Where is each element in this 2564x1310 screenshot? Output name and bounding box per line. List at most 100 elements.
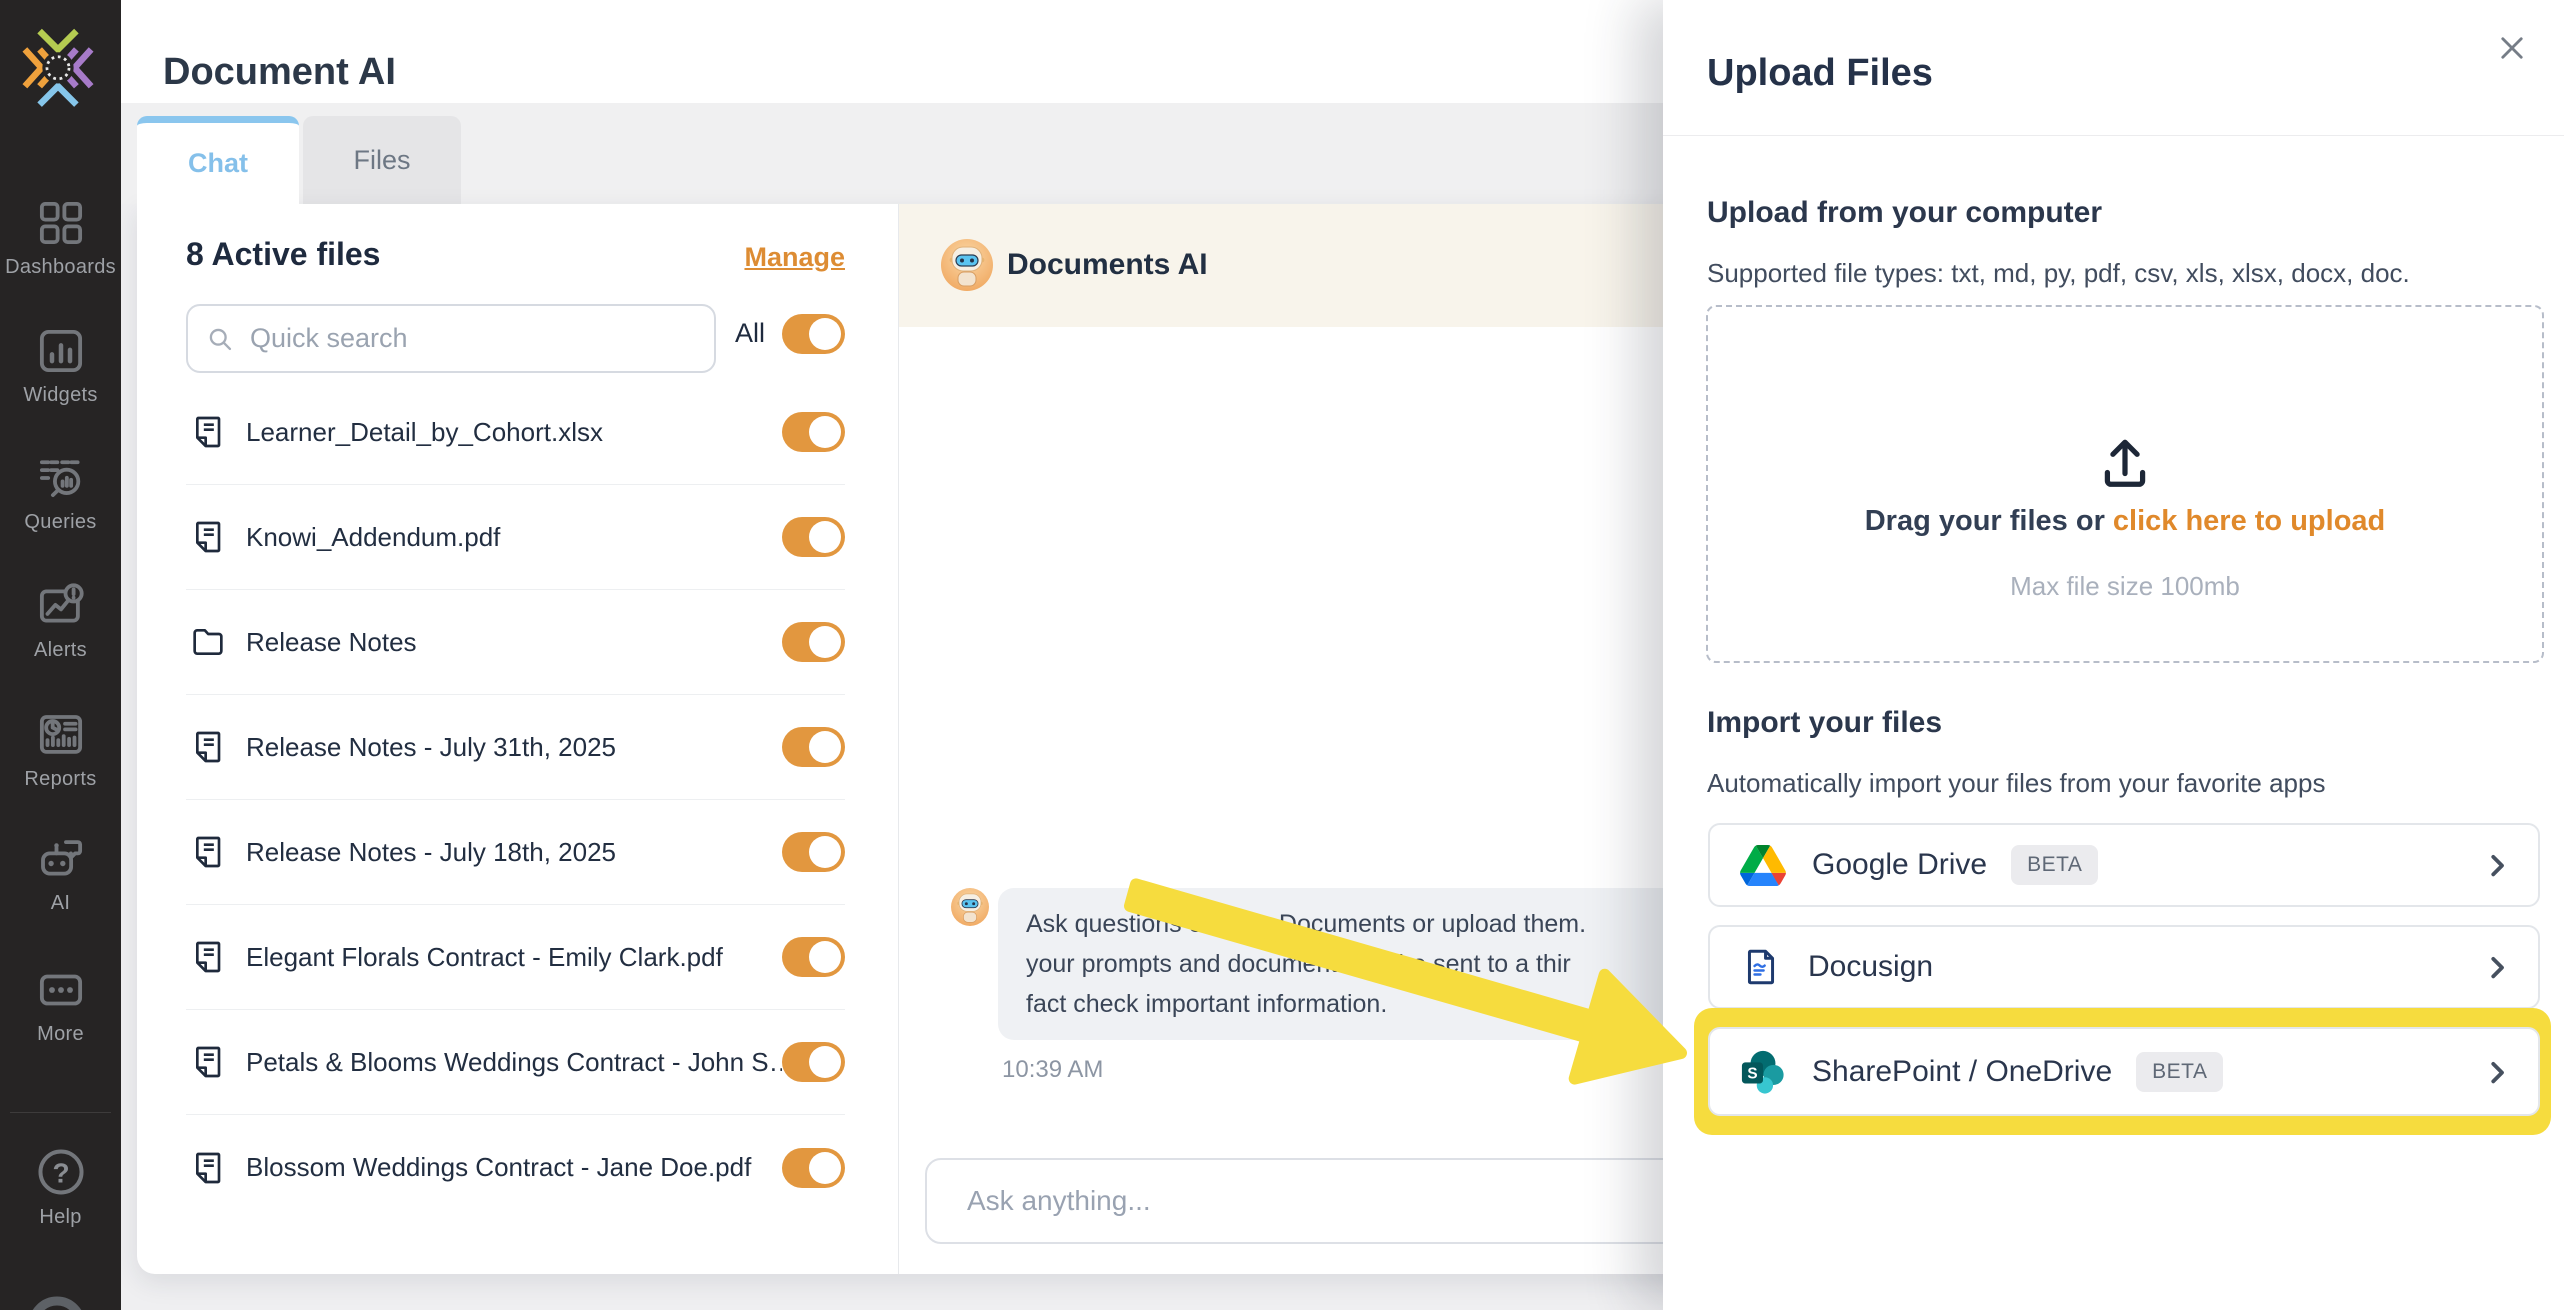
upload-files-panel: Upload Files Upload from your computer S… [1663, 0, 2564, 1310]
toggle-knob [809, 731, 841, 763]
toggle-knob [809, 1152, 841, 1184]
sidebar-item-queries[interactable]: Queries [0, 451, 121, 534]
file-row[interactable]: Petals & Blooms Weddings Contract - John… [186, 1010, 845, 1115]
alerts-icon [34, 579, 88, 633]
all-toggle-label: All [735, 318, 765, 349]
file-row[interactable]: Blossom Weddings Contract - Jane Doe.pdf [186, 1115, 845, 1220]
active-files-heading: 8 Active files [186, 236, 380, 273]
assistant-name: Documents AI [1007, 248, 1208, 282]
toggle-knob [809, 318, 841, 350]
assistant-avatar-small [951, 888, 989, 926]
sidebar-item-reports[interactable]: Reports [0, 708, 121, 791]
file-row[interactable]: Release Notes [186, 590, 845, 695]
close-button[interactable] [2490, 26, 2534, 70]
google-drive-icon [1740, 845, 1786, 886]
queries-icon [34, 451, 88, 505]
file-toggle[interactable] [782, 1042, 845, 1082]
file-icon [188, 1148, 228, 1188]
upload-icon [2092, 429, 2158, 495]
file-row[interactable]: Learner_Detail_by_Cohort.xlsx [186, 380, 845, 485]
provider-name: SharePoint / OneDrive [1812, 1055, 2112, 1089]
sharepoint-highlight-box: S SharePoint / OneDrive BETA [1694, 1008, 2551, 1135]
tab-files-label: Files [353, 145, 410, 176]
user-avatar-partial[interactable] [22, 1295, 92, 1310]
quick-search-box [186, 304, 716, 373]
file-row[interactable]: Release Notes - July 18th, 2025 [186, 800, 845, 905]
sidebar-item-label: More [0, 1023, 121, 1046]
toggle-knob [809, 416, 841, 448]
tab-chat[interactable]: Chat [137, 116, 299, 204]
sidebar-item-label: Reports [0, 768, 121, 791]
sidebar-item-label: Alerts [0, 639, 121, 662]
svg-text:?: ? [52, 1157, 69, 1188]
toggle-knob [809, 1046, 841, 1078]
dropzone-text: Drag your files or click here to upload [1708, 505, 2542, 538]
file-name: Blossom Weddings Contract - Jane Doe.pdf [246, 1152, 782, 1183]
sidebar-item-help[interactable]: ? Help [0, 1144, 121, 1229]
file-toggle[interactable] [782, 832, 845, 872]
file-name: Release Notes [246, 627, 782, 658]
message-timestamp: 10:39 AM [1002, 1056, 1103, 1084]
file-toggle[interactable] [782, 727, 845, 767]
docusign-icon [1740, 946, 1782, 988]
import-files-heading: Import your files [1707, 706, 1942, 740]
manage-link[interactable]: Manage [744, 242, 845, 273]
page-title: Document AI [163, 51, 396, 94]
click-to-upload-link[interactable]: click here to upload [2113, 505, 2385, 537]
folder-icon [188, 622, 228, 662]
sidebar-item-widgets[interactable]: Widgets [0, 324, 121, 407]
provider-row-sharepoint-onedrive[interactable]: S SharePoint / OneDrive BETA [1708, 1027, 2540, 1116]
sidebar-item-more[interactable]: More [0, 963, 121, 1046]
dashboards-icon [34, 196, 88, 250]
file-toggle[interactable] [782, 412, 845, 452]
quick-search-input[interactable] [248, 322, 714, 355]
sidebar-item-dashboards[interactable]: Dashboards [0, 196, 121, 279]
tab-files[interactable]: Files [303, 116, 461, 204]
ai-icon [34, 832, 88, 886]
beta-badge: BETA [2011, 845, 2098, 885]
supported-file-types: Supported file types: txt, md, py, pdf, … [1707, 258, 2410, 289]
help-icon: ? [33, 1144, 89, 1200]
toggle-knob [809, 521, 841, 553]
more-icon [34, 963, 88, 1017]
widgets-icon [34, 324, 88, 378]
provider-row-docusign[interactable]: Docusign [1708, 925, 2540, 1009]
file-toggle[interactable] [782, 517, 845, 557]
upload-computer-heading: Upload from your computer [1707, 196, 2102, 230]
file-toggle[interactable] [782, 937, 845, 977]
file-row[interactable]: Elegant Florals Contract - Emily Clark.p… [186, 905, 845, 1010]
upload-dropzone[interactable]: Drag your files or click here to upload … [1706, 305, 2544, 663]
sidebar-item-label: AI [0, 892, 121, 915]
drag-files-text: Drag your files or [1865, 505, 2113, 537]
sidebar-divider [10, 1112, 111, 1113]
file-toggle[interactable] [782, 622, 845, 662]
file-row[interactable]: Release Notes - July 31th, 2025 [186, 695, 845, 800]
file-name: Learner_Detail_by_Cohort.xlsx [246, 417, 782, 448]
panel-divider [1663, 135, 2564, 136]
sidebar-item-ai[interactable]: AI [0, 832, 121, 915]
tab-chat-label: Chat [188, 148, 248, 179]
panel-title: Upload Files [1707, 52, 1933, 95]
chevron-right-icon [2482, 850, 2512, 880]
beta-badge: BETA [2136, 1052, 2223, 1092]
max-file-size: Max file size 100mb [1708, 571, 2542, 602]
sidebar-item-label: Queries [0, 511, 121, 534]
sidebar-item-alerts[interactable]: Alerts [0, 579, 121, 662]
file-icon [188, 412, 228, 452]
all-files-toggle[interactable] [782, 314, 845, 354]
file-name: Petals & Blooms Weddings Contract - John… [246, 1047, 782, 1078]
provider-name: Google Drive [1812, 848, 1987, 882]
file-icon [188, 727, 228, 767]
app-screen: Dashboards Widgets Queries Alerts Report [0, 0, 2564, 1310]
sidebar-item-label: Widgets [0, 384, 121, 407]
provider-row-google-drive[interactable]: Google Drive BETA [1708, 823, 2540, 907]
reports-icon [34, 708, 88, 762]
knowi-logo-icon [12, 20, 104, 112]
sharepoint-icon: S [1740, 1049, 1786, 1095]
file-row[interactable]: Knowi_Addendum.pdf [186, 485, 845, 590]
file-icon [188, 937, 228, 977]
app-logo[interactable] [12, 20, 104, 117]
file-toggle[interactable] [782, 1148, 845, 1188]
sidebar-item-label: Help [0, 1206, 121, 1229]
sidebar: Dashboards Widgets Queries Alerts Report [0, 0, 121, 1310]
